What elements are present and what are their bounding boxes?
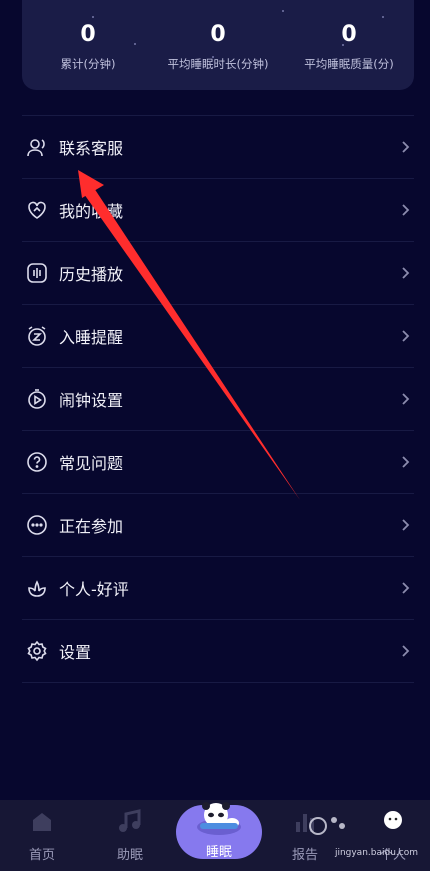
chevron-right-icon (402, 393, 410, 405)
chevron-right-icon (402, 519, 410, 531)
tab-label: 睡眠 (205, 845, 232, 860)
more-dots-icon (25, 513, 49, 537)
gear-icon (25, 639, 49, 663)
settings-menu: 联系客服 我的收藏 历史播放 入睡提醒 闹钟设置 常见问题 正在参加 个人-好评… (22, 115, 414, 683)
menu-item-favorites[interactable]: 我的收藏 (22, 178, 414, 241)
menu-item-label: 历史播放 (59, 265, 124, 284)
home-icon (33, 813, 51, 831)
stat-value: 0 (210, 22, 226, 47)
flower-icon (25, 576, 49, 600)
menu-item-alarm[interactable]: 闹钟设置 (22, 367, 414, 430)
menu-item-label: 正在参加 (59, 517, 124, 536)
menu-item-participating[interactable]: 正在参加 (22, 493, 414, 556)
tab-label: 首页 (28, 848, 55, 863)
chevron-right-icon (402, 267, 410, 279)
menu-item-label: 闹钟设置 (59, 391, 124, 410)
menu-item-label: 我的收藏 (59, 202, 124, 221)
customer-service-icon (25, 135, 49, 159)
baidu-watermark-logo (309, 817, 345, 835)
heart-favorite-icon (25, 198, 49, 222)
chevron-right-icon (402, 456, 410, 468)
tab-label: 助眠 (116, 848, 143, 863)
music-note-icon (119, 809, 141, 832)
stat-label: 平均睡眠时长(分钟) (167, 57, 269, 71)
menu-item-faq[interactable]: 常见问题 (22, 430, 414, 493)
stat-value: 0 (80, 22, 96, 47)
panda-sleep-icon (197, 802, 241, 835)
alarm-icon (25, 387, 49, 411)
chevron-right-icon (402, 645, 410, 657)
menu-item-label: 入睡提醒 (59, 328, 124, 347)
tab-sleep[interactable]: 睡眠 (176, 802, 262, 860)
chevron-right-icon (402, 141, 410, 153)
menu-item-label: 个人-好评 (59, 580, 129, 599)
menu-item-label: 常见问题 (59, 454, 124, 473)
tab-sleep-aid[interactable]: 助眠 (95, 808, 165, 863)
menu-item-review[interactable]: 个人-好评 (22, 556, 414, 619)
chevron-right-icon (402, 204, 410, 216)
menu-item-sleep-reminder[interactable]: 入睡提醒 (22, 304, 414, 367)
chevron-right-icon (402, 582, 410, 594)
sleep-reminder-icon (25, 324, 49, 348)
watermark-url: jingyan.baidu.com (334, 848, 418, 858)
tab-home[interactable]: 首页 (7, 808, 77, 863)
tab-label: 报告 (291, 848, 318, 863)
question-icon (25, 450, 49, 474)
stat-label: 累计(分钟) (60, 57, 116, 71)
stat-avg-duration: 0 平均睡眠时长(分钟) (153, 22, 283, 72)
menu-item-settings[interactable]: 设置 (22, 619, 414, 683)
history-audio-icon (25, 261, 49, 285)
menu-item-history[interactable]: 历史播放 (22, 241, 414, 304)
stats-card: 0 累计(分钟) 0 平均睡眠时长(分钟) 0 平均睡眠质量(分) (22, 0, 414, 90)
menu-item-customer-service[interactable]: 联系客服 (22, 115, 414, 178)
menu-item-label: 联系客服 (59, 139, 124, 158)
stat-total-minutes: 0 累计(分钟) (23, 22, 153, 72)
chevron-right-icon (402, 330, 410, 342)
stat-label: 平均睡眠质量(分) (304, 57, 394, 71)
stat-value: 0 (341, 22, 357, 47)
stat-avg-quality: 0 平均睡眠质量(分) (284, 22, 414, 72)
menu-item-label: 设置 (59, 643, 92, 662)
